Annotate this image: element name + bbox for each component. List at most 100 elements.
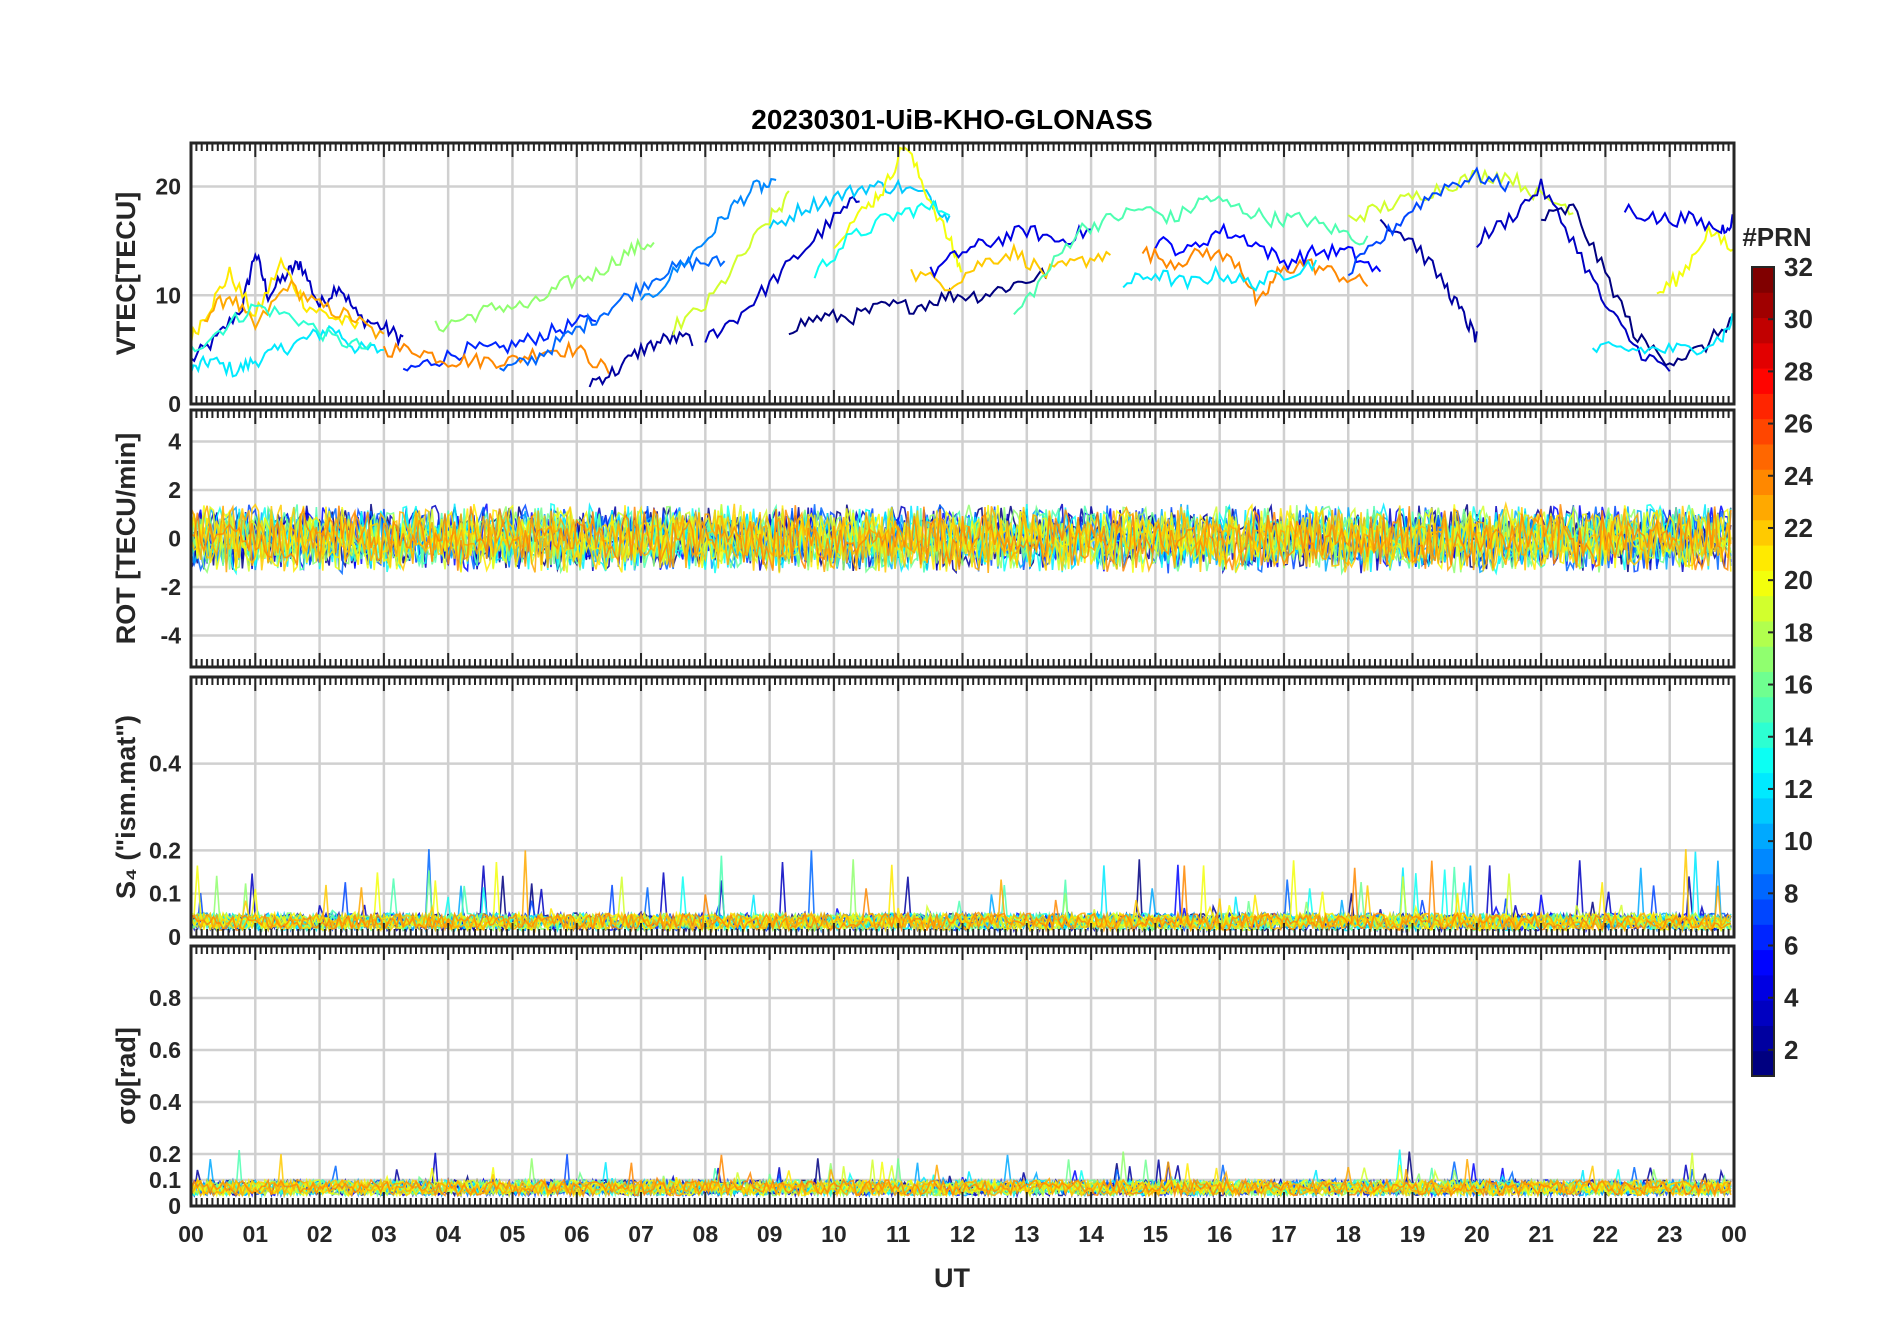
colorbar-label: #PRN — [1742, 222, 1811, 252]
y-tick-label: 2 — [168, 477, 181, 503]
colorbar-segment — [1752, 494, 1774, 521]
colorbar-segment — [1752, 620, 1774, 647]
x-tick-label: 06 — [564, 1221, 590, 1247]
y-tick-label: 0 — [168, 391, 181, 417]
colorbar-segment — [1752, 443, 1774, 470]
x-tick-label: 04 — [435, 1221, 461, 1247]
chart-title: 20230301-UiB-KHO-GLONASS — [751, 104, 1152, 135]
y-tick-label: 0.8 — [149, 985, 181, 1011]
y-tick-label: 0.4 — [149, 1089, 181, 1115]
y-tick-label: 10 — [155, 282, 181, 308]
x-tick-label: 21 — [1528, 1221, 1554, 1247]
colorbar-segment — [1752, 949, 1774, 976]
colorbar-tick-label: 28 — [1784, 356, 1813, 386]
y-tick-label: 0 — [168, 526, 181, 552]
panel-rot: -4 -2 0 2 4 ROT [TECU/min] — [111, 408, 1736, 669]
x-tick-label: 15 — [1143, 1221, 1169, 1247]
colorbar-segment — [1752, 292, 1774, 319]
colorbar-segment — [1752, 469, 1774, 496]
colorbar-segment — [1752, 722, 1774, 748]
colorbar-tick-label: 10 — [1784, 826, 1813, 856]
colorbar-segment — [1752, 873, 1774, 900]
panel-sigphi: 00.10.2 0.4 0.6 0.8 σφ[rad] — [111, 944, 1736, 1219]
colorbar-segment — [1752, 646, 1774, 672]
colorbar-segment — [1752, 797, 1774, 824]
colorbar-segment — [1752, 393, 1774, 420]
colorbar-tick-label: 8 — [1784, 878, 1798, 908]
colorbar-segment — [1752, 570, 1774, 597]
x-tick-label: 00 — [178, 1221, 204, 1247]
y-tick-label: 0.4 — [149, 751, 181, 777]
colorbar-segment — [1752, 1000, 1774, 1026]
panels: 01020VTEC[TECU]-4-2024ROT [TECU/min]00.1… — [111, 141, 1736, 1219]
x-axis: UT 00 01 02 03 04 05 06 07 08 09 10 11 12 13 14 15 16 17 1… — [178, 1221, 1747, 1293]
colorbar-segment — [1752, 595, 1774, 622]
colorbar-tick-label: 14 — [1784, 722, 1813, 752]
colorbar-tick-label: 24 — [1784, 461, 1813, 491]
figure: 20230301-UiB-KHO-GLONASS 01020VTEC[TECU]… — [111, 104, 1813, 1293]
title-group: 20230301-UiB-KHO-GLONASS — [751, 104, 1152, 135]
x-tick-label: 19 — [1400, 1221, 1426, 1247]
y-axis-label: VTEC[TECU] — [111, 192, 141, 356]
colorbar-tick-label: 20 — [1784, 565, 1813, 595]
colorbar-segment — [1752, 772, 1774, 799]
x-tick-label: 13 — [1014, 1221, 1040, 1247]
x-tick-label: 05 — [500, 1221, 526, 1247]
x-tick-label: 20 — [1464, 1221, 1490, 1247]
y-tick-label: 4 — [168, 429, 181, 455]
colorbar-segment — [1752, 545, 1774, 571]
colorbar-tick-label: 2 — [1784, 1035, 1798, 1065]
y-axis-label: ROT [TECU/min] — [111, 433, 141, 644]
colorbar: #PRN 2468101214161820222426283032 — [1742, 222, 1813, 1077]
x-tick-label: 16 — [1207, 1221, 1233, 1247]
colorbar-tick-label: 6 — [1784, 931, 1798, 961]
colorbar-segment — [1752, 418, 1774, 445]
colorbar-segment — [1752, 848, 1774, 875]
colorbar-segment — [1752, 696, 1774, 723]
colorbar-segment — [1752, 1025, 1774, 1052]
panel-s4: 0 0.1 0.2 0.4 S₄ ("ism.mat") — [111, 675, 1736, 950]
x-tick-label: 02 — [307, 1221, 333, 1247]
y-tick-label: 0.1 — [149, 881, 181, 907]
x-tick-label: 10 — [821, 1221, 847, 1247]
y-tick-label: 0 — [168, 1193, 181, 1219]
y-tick-label: 0.6 — [149, 1037, 181, 1063]
x-axis-label: UT — [934, 1263, 970, 1293]
x-tick-label: 03 — [371, 1221, 397, 1247]
x-tick-label: 23 — [1657, 1221, 1683, 1247]
x-tick-label: 00 — [1721, 1221, 1747, 1247]
colorbar-tick-label: 22 — [1784, 513, 1813, 543]
y-tick-label: 20 — [155, 174, 181, 200]
x-tick-label: 17 — [1271, 1221, 1297, 1247]
y-tick-label: -4 — [161, 622, 182, 648]
y-axis-label: σφ[rad] — [111, 1027, 141, 1125]
y-tick-label: 0.2 — [149, 837, 181, 863]
y-tick-label: 0.2 — [149, 1141, 181, 1167]
colorbar-tick-label: 26 — [1784, 409, 1813, 439]
x-tick-label: 09 — [757, 1221, 783, 1247]
colorbar-segment — [1752, 342, 1774, 369]
x-tick-label: 22 — [1593, 1221, 1619, 1247]
x-tick-label: 18 — [1335, 1221, 1361, 1247]
colorbar-segment — [1752, 267, 1774, 293]
y-tick-label: -2 — [161, 574, 181, 600]
colorbar-segment — [1752, 747, 1774, 774]
panel-vtec: 0 10 20 VTEC[TECU] — [111, 141, 1736, 417]
y-tick-label: 0.1 — [149, 1167, 181, 1193]
colorbar-segment — [1752, 519, 1774, 546]
colorbar-tick-label: 18 — [1784, 617, 1813, 647]
colorbar-tick-label: 4 — [1784, 983, 1799, 1013]
colorbar-tick-label: 12 — [1784, 774, 1813, 804]
colorbar-tick-label: 30 — [1784, 304, 1813, 334]
x-tick-label: 12 — [950, 1221, 976, 1247]
colorbar-segment — [1752, 317, 1774, 344]
colorbar-tick-label: 16 — [1784, 670, 1813, 700]
colorbar-segment — [1752, 823, 1774, 849]
y-axis-label: S₄ ("ism.mat") — [111, 715, 141, 899]
x-tick-label: 08 — [693, 1221, 719, 1247]
x-tick-label: 07 — [628, 1221, 654, 1247]
colorbar-segment — [1752, 1050, 1774, 1077]
colorbar-tick-label: 32 — [1784, 252, 1813, 282]
x-tick-label: 11 — [886, 1221, 911, 1247]
y-tick-label: 0 — [168, 924, 181, 950]
